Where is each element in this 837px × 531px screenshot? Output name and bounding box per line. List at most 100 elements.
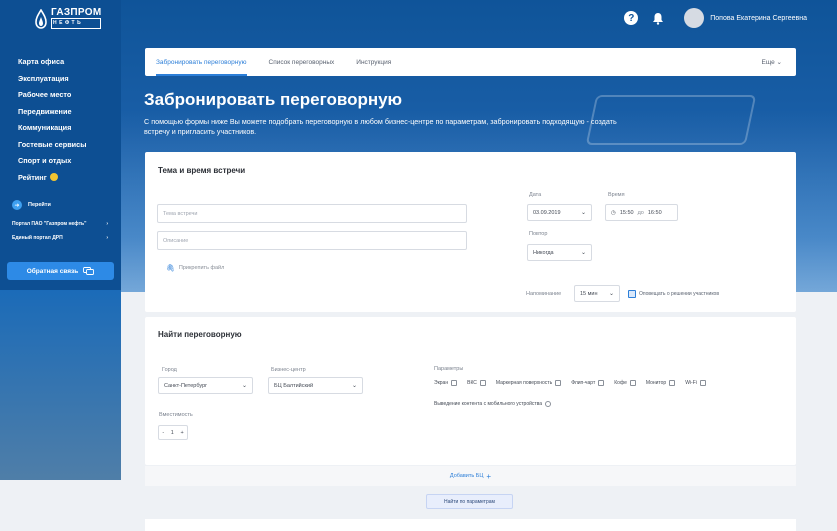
chevron-down-icon: ⌄ xyxy=(351,383,357,389)
logo-subtext: НЕФТЬ xyxy=(51,18,102,29)
paperclip-icon: 🖇 xyxy=(166,265,175,272)
plus-icon: + xyxy=(486,471,492,481)
chevron-right-icon: › xyxy=(106,235,108,241)
sidebar-nav: Карта офиса Эксплуатация Рабочее место П… xyxy=(18,57,86,189)
chevron-down-icon: ⌄ xyxy=(580,210,586,216)
search-by-params-button[interactable]: Найти по параметрам xyxy=(426,494,513,509)
plus-icon[interactable]: + xyxy=(180,430,183,436)
capacity-stepper[interactable]: - 1 + xyxy=(158,425,188,440)
sidebar-background xyxy=(0,290,121,480)
find-section-title: Найти переговорную xyxy=(158,330,242,339)
capacity-label: Вместимость xyxy=(159,412,193,418)
repeat-select[interactable]: Никогда ⌄ xyxy=(527,244,592,261)
topbar: ? Попова Екатерина Сергеевна xyxy=(624,8,807,28)
params-list: Экран ВКС Маркерная поверхность Флип-чар… xyxy=(434,380,706,386)
chevron-down-icon: ⌄ xyxy=(776,59,782,66)
time-range[interactable]: ◷ 15:50 до 16:50 xyxy=(605,204,678,221)
flame-icon xyxy=(35,8,47,29)
board-icon xyxy=(555,380,562,386)
sidebar-item-sport[interactable]: Спорт и отдых xyxy=(18,156,86,173)
cast-icon xyxy=(545,401,552,407)
bell-icon[interactable] xyxy=(652,12,664,25)
logo-text: ГАЗПРОМ xyxy=(51,7,102,18)
tab-book-room[interactable]: Забронировать переговорную xyxy=(156,48,247,76)
sidebar-item-communication[interactable]: Коммуникация xyxy=(18,123,86,140)
goto-header: ➜ Перейти xyxy=(12,200,51,210)
gazprom-logo[interactable]: ГАЗПРОМ НЕФТЬ xyxy=(34,7,102,29)
param-label: Маркерная поверхность xyxy=(495,380,553,386)
date-picker[interactable]: 03.09.2019 ⌄ xyxy=(527,204,592,221)
coffee-icon xyxy=(629,380,636,386)
tabs-bar: Забронировать переговорную Список перего… xyxy=(145,48,796,76)
portal-link-gpn[interactable]: Портал ПАО "Газпром нефть" › xyxy=(12,221,108,227)
tab-instruction[interactable]: Инструкция xyxy=(356,48,391,76)
param-vks[interactable]: ВКС xyxy=(467,380,486,386)
param-marker-board[interactable]: Маркерная поверхность xyxy=(495,380,562,386)
param-label: Флип-чарт xyxy=(571,380,596,386)
param-flipchart[interactable]: Флип-чарт xyxy=(571,380,605,386)
business-center-select[interactable]: БЦ Балтийский ⌄ xyxy=(268,377,363,394)
minus-icon[interactable]: - xyxy=(162,430,164,436)
time-to[interactable]: 16:50 xyxy=(648,210,662,216)
avatar[interactable] xyxy=(684,8,705,28)
camera-icon xyxy=(479,380,486,386)
help-icon[interactable]: ? xyxy=(624,11,639,25)
param-monitor[interactable]: Монитор xyxy=(645,380,676,386)
page-title: Забронировать переговорную xyxy=(144,90,403,109)
params-label: Параметры xyxy=(434,366,464,372)
tabs-more-menu[interactable]: Еще ⌄ xyxy=(762,48,783,78)
sidebar-item-rating[interactable]: Рейтинг xyxy=(18,172,86,190)
param-mobile-casting[interactable]: Выведение контента с мобильного устройст… xyxy=(434,401,552,407)
page-description: С помощью формы ниже Вы можете подобрать… xyxy=(144,117,617,136)
repeat-value: Никогда xyxy=(533,249,554,256)
chevron-down-icon: ⌄ xyxy=(241,383,247,389)
flipchart-icon xyxy=(598,380,605,386)
param-coffee[interactable]: Кофе xyxy=(614,380,636,386)
sidebar-item-office-map[interactable]: Карта офиса xyxy=(18,57,86,74)
sidebar-item-operations[interactable]: Эксплуатация xyxy=(18,74,86,91)
tabs-more-label: Еще xyxy=(761,59,775,66)
param-wifi[interactable]: Wi-Fi xyxy=(685,380,706,386)
add-business-center-link[interactable]: Добавить БЦ + xyxy=(145,466,796,486)
sidebar-item-transport[interactable]: Передвижение xyxy=(18,107,86,124)
city-select[interactable]: Санкт-Петербург ⌄ xyxy=(158,377,253,394)
monitor-icon xyxy=(669,380,676,386)
wifi-icon xyxy=(699,380,706,386)
bc-label: Бизнес-центр xyxy=(271,367,306,373)
notify-participants-checkbox[interactable]: Оповещать о решении участников xyxy=(628,290,719,298)
time-label: Время xyxy=(608,192,625,198)
attach-file-link[interactable]: 🖇 Прикрепить файл xyxy=(166,264,224,272)
checkbox-box xyxy=(628,290,636,298)
param-label: Экран xyxy=(434,380,449,386)
feedback-button[interactable]: Обратная связь xyxy=(7,262,114,280)
next-card-edge xyxy=(145,519,796,531)
notify-participants-label: Оповещать о решении участников xyxy=(639,291,719,297)
param-label: Выведение контента с мобильного устройст… xyxy=(434,401,543,407)
repeat-label: Повтор xyxy=(529,231,548,237)
city-value: Санкт-Петербург xyxy=(164,382,208,389)
feedback-button-label: Обратная связь xyxy=(26,267,79,275)
portal-link-drp[interactable]: Единый портал ДРП › xyxy=(12,235,108,241)
topic-input[interactable]: Тема встречи xyxy=(157,204,467,223)
user-name[interactable]: Попова Екатерина Сергеевна xyxy=(710,15,807,22)
param-label: ВКС xyxy=(467,380,477,386)
date-value: 03.09.2019 xyxy=(533,209,561,216)
sidebar-item-guest-services[interactable]: Гостевые сервисы xyxy=(18,140,86,157)
time-from[interactable]: 15:50 xyxy=(620,210,634,216)
screen-icon xyxy=(451,380,458,386)
param-label: Wi-Fi xyxy=(685,380,697,386)
chevron-down-icon: ⌄ xyxy=(580,250,586,256)
description-input[interactable]: Описание xyxy=(157,231,467,250)
clock-icon: ◷ xyxy=(611,209,616,216)
remind-select[interactable]: 15 мин ⌄ xyxy=(574,285,620,302)
param-screen[interactable]: Экран xyxy=(434,380,458,386)
date-label: Дата xyxy=(529,192,542,198)
smile-icon xyxy=(49,172,58,181)
city-label: Город xyxy=(162,367,177,373)
tab-room-list[interactable]: Список переговорных xyxy=(269,48,335,76)
portal-link-label: Портал ПАО "Газпром нефть" xyxy=(12,221,87,227)
sidebar-item-workplace[interactable]: Рабочее место xyxy=(18,90,86,107)
arrow-icon: ➜ xyxy=(12,200,22,210)
param-label: Монитор xyxy=(645,380,667,386)
sidebar-item-rating-label: Рейтинг xyxy=(18,172,47,182)
